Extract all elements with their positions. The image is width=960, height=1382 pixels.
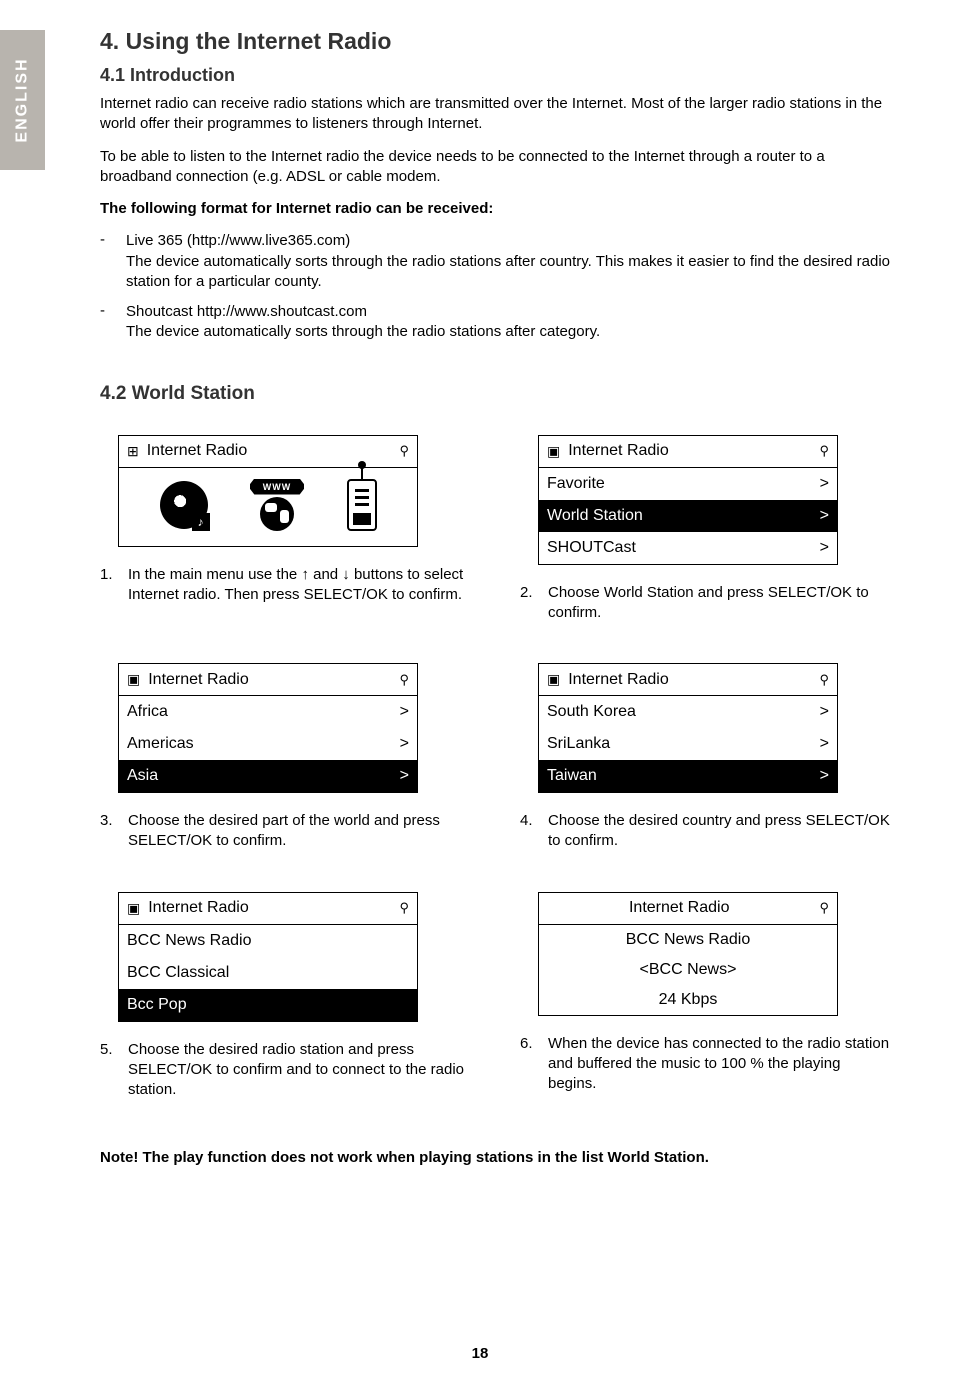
step-text: Choose World Station and press SELECT/OK…: [548, 583, 900, 624]
language-tab: ENGLISH: [0, 30, 45, 170]
step-text: In the main menu use the ↑ and ↓ buttons…: [128, 565, 480, 606]
wifi-icon: ⚲: [399, 672, 409, 688]
page-content: 4. Using the Internet Radio 4.1 Introduc…: [0, 0, 960, 1169]
step-number: 3.: [100, 811, 128, 852]
nav-play-icon: ▣: [127, 900, 140, 917]
step-6-cell: Internet Radio ⚲ BCC News Radio <BCC New…: [520, 892, 900, 1121]
list-item: Asia>: [119, 760, 417, 792]
lcd-title: Internet Radio: [568, 671, 811, 689]
disc-icon: [160, 481, 208, 529]
wifi-icon: ⚲: [399, 900, 409, 916]
language-tab-text: ENGLISH: [14, 57, 32, 142]
format-bullet-2: - Shoutcast http://www.shoutcast.com The…: [100, 302, 900, 343]
lcd-header: ▣ Internet Radio ⚲: [119, 664, 417, 696]
step-text: Choose the desired radio station and pre…: [128, 1040, 480, 1101]
lcd-icon-row: WWW: [119, 468, 417, 546]
step-number: 4.: [520, 811, 548, 852]
step-number: 5.: [100, 1040, 128, 1101]
list-item: BCC News Radio: [119, 925, 417, 957]
list-item-world-station: World Station>: [539, 500, 837, 532]
steps-grid: ⊞ Internet Radio ⚲ WWW 1. In t: [100, 435, 900, 1121]
step-number: 1.: [100, 565, 128, 606]
nav-plus-icon: ⊞: [127, 443, 139, 460]
list-item: Africa>: [119, 696, 417, 728]
wifi-icon: ⚲: [819, 672, 829, 688]
page-number: 18: [0, 1345, 960, 1362]
step-text: When the device has connected to the rad…: [548, 1034, 900, 1095]
format-bullet-1: - Live 365 (http://www.live365.com) The …: [100, 231, 900, 292]
lcd-header: ▣ Internet Radio ⚲: [539, 436, 837, 468]
wifi-icon: ⚲: [399, 443, 409, 459]
list-item: Taiwan>: [539, 760, 837, 792]
lcd-title: Internet Radio: [147, 442, 392, 460]
step-text: Choose the desired country and press SEL…: [548, 811, 900, 852]
list-item: SriLanka>: [539, 728, 837, 760]
step-2-cell: ▣ Internet Radio ⚲ Favorite> World Stati…: [520, 435, 900, 644]
step-1: 1. In the main menu use the ↑ and ↓ butt…: [100, 565, 480, 606]
step-number: 6.: [520, 1034, 548, 1095]
step-5: 5. Choose the desired radio station and …: [100, 1040, 480, 1101]
step-1-cell: ⊞ Internet Radio ⚲ WWW 1. In t: [100, 435, 480, 644]
globe-icon: WWW: [248, 479, 306, 531]
wifi-icon: ⚲: [819, 443, 829, 459]
bullet-dash: -: [100, 231, 126, 292]
lcd-header: Internet Radio ⚲: [539, 893, 837, 925]
lcd-screen-main-menu: ⊞ Internet Radio ⚲ WWW: [118, 435, 418, 547]
lcd-title: Internet Radio: [148, 899, 391, 917]
world-station-note: Note! The play function does not work wh…: [100, 1148, 900, 1168]
list-item: South Korea>: [539, 696, 837, 728]
step-number: 2.: [520, 583, 548, 624]
lcd-header: ▣ Internet Radio ⚲: [119, 893, 417, 925]
bullet-line-2: The device automatically sorts through t…: [126, 253, 890, 290]
list-item-favorite: Favorite>: [539, 468, 837, 500]
intro-paragraph-2: To be able to listen to the Internet rad…: [100, 147, 900, 188]
intro-paragraph-1: Internet radio can receive radio station…: [100, 94, 900, 135]
list-item-shoutcast: SHOUTCast>: [539, 532, 837, 564]
step-2: 2. Choose World Station and press SELECT…: [520, 583, 900, 624]
section-4-1-heading: 4.1 Introduction: [100, 65, 900, 86]
page-title: 4. Using the Internet Radio: [100, 28, 900, 55]
lcd-title: Internet Radio: [148, 671, 391, 689]
step-4: 4. Choose the desired country and press …: [520, 811, 900, 852]
bullet-dash: -: [100, 302, 126, 343]
now-playing-track: <BCC News>: [539, 955, 837, 985]
lcd-screen-categories: ▣ Internet Radio ⚲ Favorite> World Stati…: [538, 435, 838, 565]
step-3: 3. Choose the desired part of the world …: [100, 811, 480, 852]
lcd-screen-now-playing: Internet Radio ⚲ BCC News Radio <BCC New…: [538, 892, 838, 1016]
lcd-title: Internet Radio: [547, 899, 811, 917]
wifi-icon: ⚲: [819, 900, 829, 916]
bullet-body: Live 365 (http://www.live365.com) The de…: [126, 231, 900, 292]
lcd-header: ▣ Internet Radio ⚲: [539, 664, 837, 696]
antenna-icon: [347, 479, 377, 531]
nav-play-icon: ▣: [127, 671, 140, 688]
formats-intro: The following format for Internet radio …: [100, 199, 900, 219]
step-text: Choose the desired part of the world and…: [128, 811, 480, 852]
nav-play-icon: ▣: [547, 443, 560, 460]
step-4-cell: ▣ Internet Radio ⚲ South Korea> SriLanka…: [520, 663, 900, 872]
nav-play-icon: ▣: [547, 671, 560, 688]
lcd-header: ⊞ Internet Radio ⚲: [119, 436, 417, 468]
list-item: BCC Classical: [119, 957, 417, 989]
bullet-line-1: Live 365 (http://www.live365.com): [126, 232, 350, 249]
globe-banner: WWW: [250, 479, 304, 495]
bullet-body: Shoutcast http://www.shoutcast.com The d…: [126, 302, 900, 343]
section-4-2-heading: 4.2 World Station: [100, 383, 900, 405]
now-playing-bitrate: 24 Kbps: [539, 985, 837, 1015]
list-item: Americas>: [119, 728, 417, 760]
step-3-cell: ▣ Internet Radio ⚲ Africa> Americas> Asi…: [100, 663, 480, 872]
step-6: 6. When the device has connected to the …: [520, 1034, 900, 1095]
list-item: Bcc Pop: [119, 989, 417, 1021]
now-playing-station: BCC News Radio: [539, 925, 837, 955]
lcd-screen-stations: ▣ Internet Radio ⚲ BCC News Radio BCC Cl…: [118, 892, 418, 1022]
lcd-screen-regions: ▣ Internet Radio ⚲ Africa> Americas> Asi…: [118, 663, 418, 793]
bullet-line-2: The device automatically sorts through t…: [126, 323, 600, 340]
lcd-title: Internet Radio: [568, 442, 811, 460]
lcd-screen-countries: ▣ Internet Radio ⚲ South Korea> SriLanka…: [538, 663, 838, 793]
bullet-line-1: Shoutcast http://www.shoutcast.com: [126, 303, 367, 320]
step-5-cell: ▣ Internet Radio ⚲ BCC News Radio BCC Cl…: [100, 892, 480, 1121]
